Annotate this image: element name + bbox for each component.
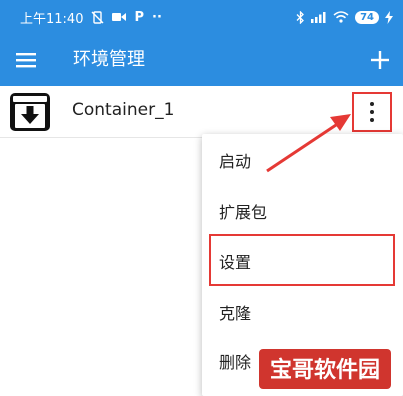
charging-icon [385, 10, 393, 24]
wifi-icon [333, 11, 349, 23]
app-bar: 环境管理 [0, 34, 403, 86]
menu-item-extensions[interactable]: 扩展包 [202, 185, 403, 237]
more-dots-icon: ·· [152, 9, 162, 25]
status-bar-left: 上午11:40 P ·· [20, 8, 162, 27]
status-bar-right: 74 [296, 10, 393, 24]
add-icon[interactable] [368, 48, 392, 72]
menu-item-settings[interactable]: 设置 [202, 235, 403, 287]
list-item[interactable]: Container_1 [0, 86, 403, 138]
watermark-text: 宝哥软件园 [270, 357, 380, 383]
status-time: 上午11:40 [20, 11, 84, 27]
more-vert-icon [370, 102, 374, 122]
watermark-logo: 宝哥软件园 [259, 349, 391, 389]
page-title: 环境管理 [73, 49, 145, 70]
container-download-icon [10, 93, 50, 131]
menu-item-start[interactable]: 启动 [202, 134, 403, 186]
signal-icon [311, 11, 327, 23]
status-bar: 上午11:40 P ·· 74 [0, 0, 403, 34]
more-options-button[interactable] [352, 92, 392, 132]
video-icon [112, 11, 127, 23]
bluetooth-icon [296, 10, 305, 24]
battery-icon: 74 [355, 10, 379, 24]
vibrate-off-icon [91, 10, 104, 24]
svg-text:宝哥软件园: 宝哥软件园 [270, 357, 380, 383]
container-name: Container_1 [72, 100, 175, 120]
menu-item-clone[interactable]: 克隆 [202, 286, 403, 338]
hamburger-menu-icon[interactable] [14, 48, 38, 72]
p-icon: P [134, 9, 144, 25]
